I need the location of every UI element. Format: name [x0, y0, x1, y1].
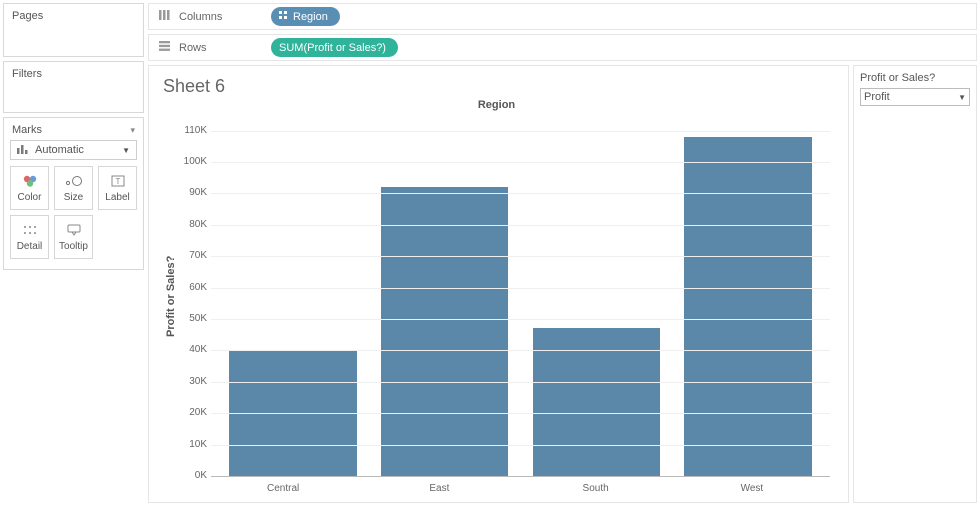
- parameter-dropdown[interactable]: Profit ▼: [860, 88, 970, 106]
- y-tick: 110K: [184, 125, 207, 136]
- marks-card: Marks ▾ Automatic ▼ Color: [3, 117, 144, 270]
- parameter-title: Profit or Sales?: [860, 72, 970, 84]
- rows-pill-profit[interactable]: SUM(Profit or Sales?): [271, 38, 398, 57]
- marks-label-button[interactable]: T Label: [98, 166, 137, 210]
- y-axis-ticks: 0K10K20K30K40K50K60K70K80K90K100K110K: [179, 115, 211, 477]
- columns-pill-label: Region: [293, 11, 328, 23]
- chevron-down-icon: ▼: [122, 146, 130, 155]
- marks-collapse-icon[interactable]: ▾: [130, 125, 135, 136]
- columns-pill-region[interactable]: Region: [271, 7, 340, 26]
- y-tick: 50K: [189, 313, 207, 324]
- y-tick: 90K: [189, 187, 207, 198]
- y-tick: 100K: [184, 156, 207, 167]
- y-tick: 80K: [189, 219, 207, 230]
- marks-type-value: Automatic: [35, 144, 84, 156]
- pages-shelf[interactable]: Pages: [3, 3, 144, 57]
- chart-column-header: Region: [163, 99, 830, 111]
- size-icon: [65, 173, 83, 189]
- marks-tooltip-button[interactable]: Tooltip: [54, 215, 93, 259]
- marks-size-button[interactable]: Size: [54, 166, 93, 210]
- gridline: [211, 413, 830, 414]
- bar-east[interactable]: [381, 187, 508, 476]
- y-axis-label[interactable]: Profit or Sales?: [163, 115, 179, 477]
- bar-chart-icon: [17, 144, 29, 157]
- bar-slot: [672, 115, 824, 476]
- filters-shelf[interactable]: Filters: [3, 61, 144, 113]
- svg-text:T: T: [115, 177, 120, 186]
- bar-slot: [521, 115, 673, 476]
- y-tick: 70K: [189, 250, 207, 261]
- label-icon: T: [111, 173, 125, 189]
- discrete-icon: [279, 11, 288, 23]
- marks-detail-button[interactable]: Detail: [10, 215, 49, 259]
- y-tick: 60K: [189, 282, 207, 293]
- gridline: [211, 382, 830, 383]
- y-tick: 30K: [189, 376, 207, 387]
- x-axis-labels: CentralEastSouthWest: [205, 477, 830, 494]
- marks-labelbtn-label: Label: [105, 192, 129, 203]
- chart-viz: Sheet 6 Region Profit or Sales? 0K 10K 20K…: [148, 65, 849, 503]
- rows-label: Rows: [179, 42, 263, 54]
- x-label[interactable]: Central: [205, 477, 361, 494]
- marks-size-label: Size: [64, 192, 83, 203]
- rows-shelf[interactable]: Rows SUM(Profit or Sales?): [148, 34, 977, 61]
- pages-label: Pages: [12, 10, 43, 22]
- sheet-title[interactable]: Sheet 6: [163, 76, 830, 97]
- marks-type-dropdown[interactable]: Automatic ▼: [10, 140, 137, 160]
- x-label[interactable]: South: [518, 477, 674, 494]
- marks-label: Marks: [12, 124, 42, 136]
- parameter-value: Profit: [864, 91, 890, 103]
- gridline: [211, 350, 830, 351]
- y-tick: 40K: [189, 344, 207, 355]
- color-icon: [23, 173, 37, 189]
- gridline: [211, 162, 830, 163]
- gridline: [211, 256, 830, 257]
- chart-plot-area[interactable]: [211, 115, 830, 477]
- marks-color-button[interactable]: Color: [10, 166, 49, 210]
- columns-shelf[interactable]: Columns Region: [148, 3, 977, 30]
- x-label[interactable]: West: [674, 477, 830, 494]
- columns-icon: [157, 10, 171, 23]
- detail-icon: [23, 222, 37, 238]
- dropdown-arrow-icon: ▼: [958, 93, 966, 102]
- gridline: [211, 193, 830, 194]
- y-tick: 10K: [189, 439, 207, 450]
- marks-tooltip-label: Tooltip: [59, 241, 88, 252]
- marks-detail-label: Detail: [17, 241, 43, 252]
- bar-slot: [217, 115, 369, 476]
- gridline: [211, 288, 830, 289]
- rows-pill-label: SUM(Profit or Sales?): [279, 42, 386, 54]
- parameter-panel: Profit or Sales? Profit ▼: [853, 65, 977, 503]
- gridline: [211, 319, 830, 320]
- rows-icon: [157, 41, 171, 54]
- y-tick: 0K: [195, 470, 207, 481]
- bar-west[interactable]: [684, 137, 811, 476]
- marks-color-label: Color: [18, 192, 42, 203]
- columns-label: Columns: [179, 11, 263, 23]
- filters-label: Filters: [12, 68, 42, 80]
- gridline: [211, 225, 830, 226]
- bar-slot: [369, 115, 521, 476]
- y-tick: 20K: [189, 407, 207, 418]
- tooltip-icon: [67, 222, 81, 238]
- x-label[interactable]: East: [361, 477, 517, 494]
- gridline: [211, 131, 830, 132]
- gridline: [211, 445, 830, 446]
